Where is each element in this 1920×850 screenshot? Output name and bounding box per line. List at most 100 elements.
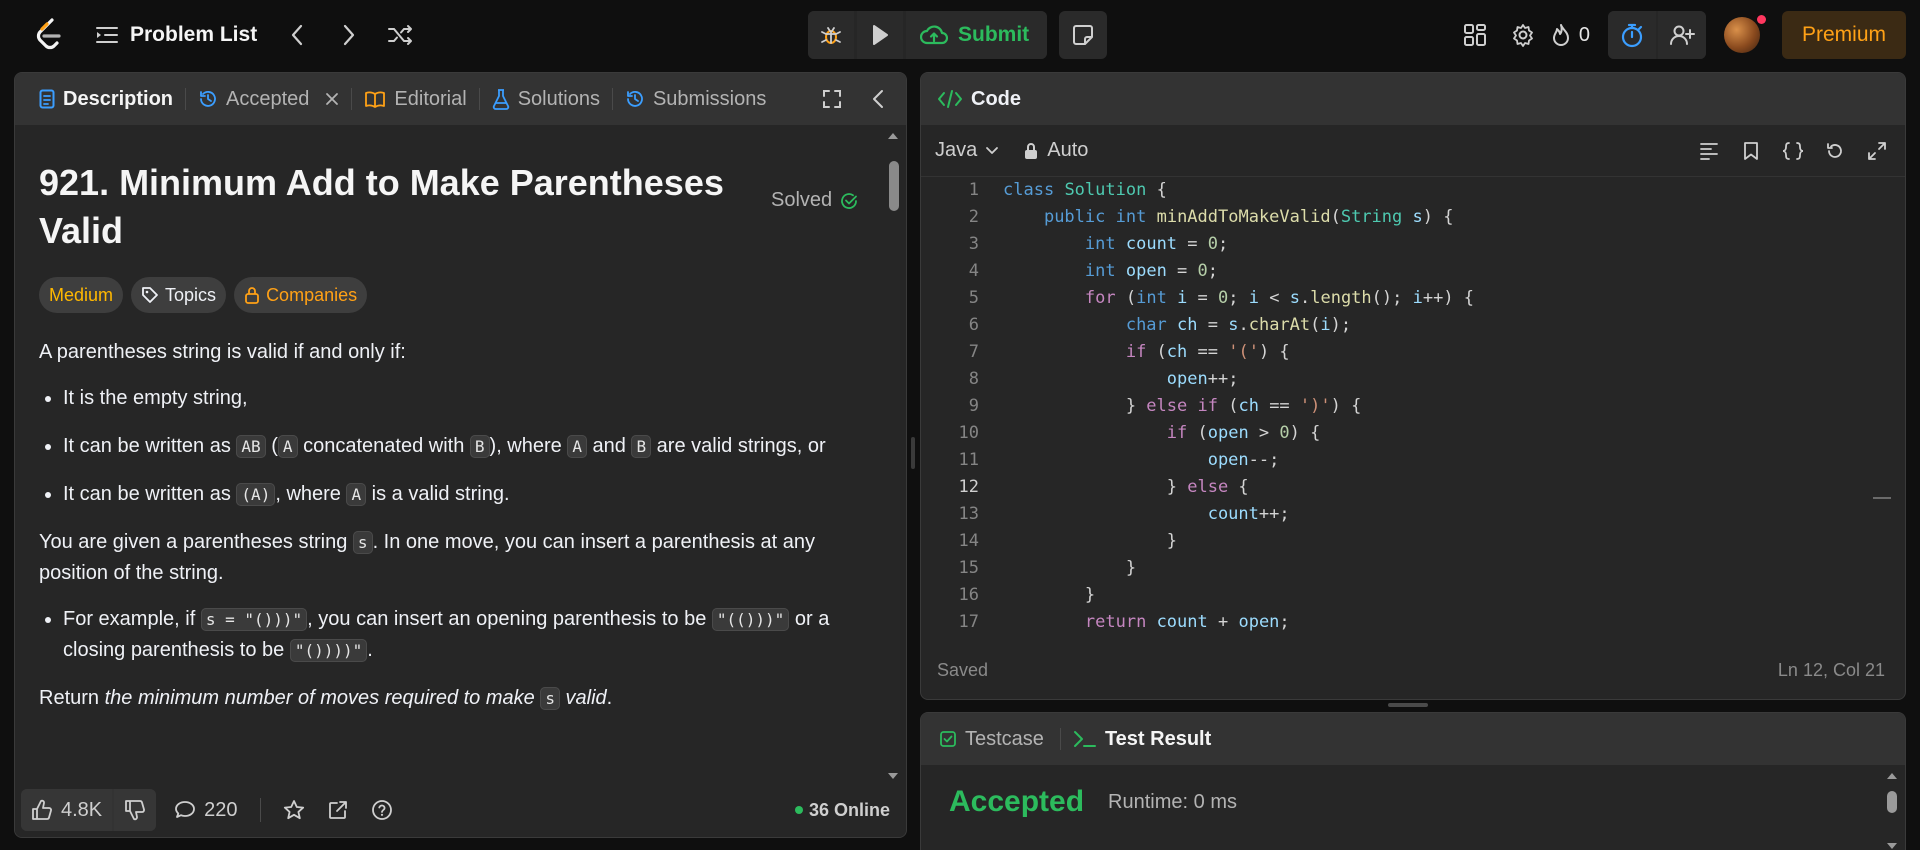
tab-editorial[interactable]: Editorial [354,73,476,125]
timer-group [1607,11,1706,59]
help-button[interactable] [371,799,393,821]
result-panel: Testcase Test Result Accepted Runtime: 0… [920,712,1906,850]
stopwatch-icon [1620,22,1644,48]
problem-list-button[interactable]: Problem List [96,23,257,47]
maximize-icon[interactable] [812,79,852,119]
tab-testcase[interactable]: Testcase [939,728,1060,751]
collapse-chevron-icon[interactable] [858,79,898,119]
language-select[interactable]: Java [935,139,999,162]
tab-description-label: Description [63,87,174,110]
next-problem-icon[interactable] [327,14,371,56]
code-line: 11 open--; [958,450,1280,470]
premium-button[interactable]: Premium [1781,11,1906,59]
code-brackets-icon [937,89,963,109]
tab-accepted-label: Accepted [226,87,310,110]
cloud-upload-icon [920,24,948,46]
close-icon[interactable] [325,92,339,106]
result-scrollbar[interactable] [1885,771,1899,850]
question-circle-icon [371,799,393,821]
solved-label: Solved [771,189,833,211]
comments-button[interactable]: 220 [174,799,238,822]
like-count: 4.8K [61,798,103,821]
problem-description: A parentheses string is valid if and onl… [39,337,882,714]
tab-divider [478,88,480,110]
code-line: 14 } [958,531,1177,551]
note-icon [1072,24,1094,46]
notes-button[interactable] [1059,11,1108,59]
history-icon [198,89,218,109]
tab-testcase-label: Testcase [965,727,1044,750]
editor-toolbar: Java Auto [921,125,1905,177]
favorite-button[interactable] [283,799,305,821]
top-bar: Problem List Submit 0 Premium [0,0,1920,70]
code-line: 15 } [958,558,1137,578]
horizontal-resize-handle[interactable] [1388,703,1428,707]
share-button[interactable] [327,799,349,821]
format-lines-icon[interactable] [1689,131,1729,171]
code-line: 16 } [958,585,1096,605]
tab-submissions[interactable]: Submissions [615,73,776,125]
online-label: 36 Online [808,799,890,820]
code-line: 6 char ch = s.charAt(i); [968,315,1352,335]
lock-icon [1023,142,1039,160]
list-icon [96,25,118,45]
dislike-button[interactable] [114,789,157,831]
code-line: 1 class Solution { [968,180,1167,200]
submit-button[interactable]: Submit [906,11,1048,59]
topics-label: Topics [165,284,217,305]
code-line: 2 public int minAddToMakeValid(String s)… [968,207,1454,227]
layout-icon[interactable] [1451,11,1499,59]
shuffle-icon[interactable] [379,14,423,56]
footer-divider [259,798,261,822]
streak-counter[interactable]: 0 [1551,23,1590,47]
run-button[interactable] [857,11,903,59]
list-item: It can be written as AB (A concatenated … [63,431,882,462]
topics-chip[interactable]: Topics [131,277,227,313]
vertical-resize-handle[interactable] [911,437,915,469]
invite-button[interactable] [1657,11,1706,59]
description-tabs: Description Accepted Editorial Solutions [15,73,906,125]
auto-mode[interactable]: Auto [1023,139,1088,162]
document-icon [39,89,55,109]
tab-description[interactable]: Description [29,73,183,125]
thumbs-down-icon [124,799,146,821]
prev-problem-icon[interactable] [275,14,319,56]
settings-gear-icon[interactable] [1499,11,1547,59]
code-line: 4 int open = 0; [968,261,1219,281]
solved-status: Solved [771,189,858,212]
cursor-position: Ln 12, Col 21 [1777,659,1885,680]
submit-label: Submit [958,23,1030,46]
avatar[interactable] [1723,15,1766,53]
language-label: Java [935,139,978,161]
tab-accepted[interactable]: Accepted [188,73,349,125]
add-user-icon [1669,23,1695,47]
description-scrollbar[interactable] [886,131,900,781]
timer-button[interactable] [1607,11,1656,59]
debug-button[interactable] [808,11,854,59]
terminal-icon [1073,729,1097,749]
star-icon [283,799,305,821]
tab-solutions[interactable]: Solutions [482,73,610,125]
scrollbar-thumb[interactable] [889,161,899,211]
leetcode-logo-icon[interactable] [28,15,68,55]
scrollbar-thumb[interactable] [1887,791,1897,813]
bookmark-icon[interactable] [1731,131,1771,171]
tab-test-result[interactable]: Test Result [1061,728,1227,751]
external-link-icon [327,799,349,821]
curly-braces-icon[interactable] [1773,131,1813,171]
like-button[interactable]: 4.8K [21,789,113,831]
check-circle-icon [840,192,858,210]
code-line: 8 open++; [968,369,1239,389]
vote-group: 4.8K [21,789,157,831]
expand-icon[interactable] [1857,131,1897,171]
tab-submissions-label: Submissions [652,87,767,110]
code-line: 5 for (int i = 0; i < s.length(); i++) { [968,288,1475,308]
code-editor[interactable]: 1 class Solution { 2 public int minAddToM… [921,177,1905,641]
problem-title: 921. Minimum Add to Make Parentheses Val… [39,162,724,251]
companies-chip[interactable]: Companies [234,277,368,313]
reset-icon[interactable] [1815,131,1855,171]
tab-divider [611,88,613,110]
description-footer: 4.8K 220 36 Online [15,783,906,837]
tab-solutions-label: Solutions [517,87,600,110]
list-item: For example, if s = "()))", you can inse… [63,604,882,666]
